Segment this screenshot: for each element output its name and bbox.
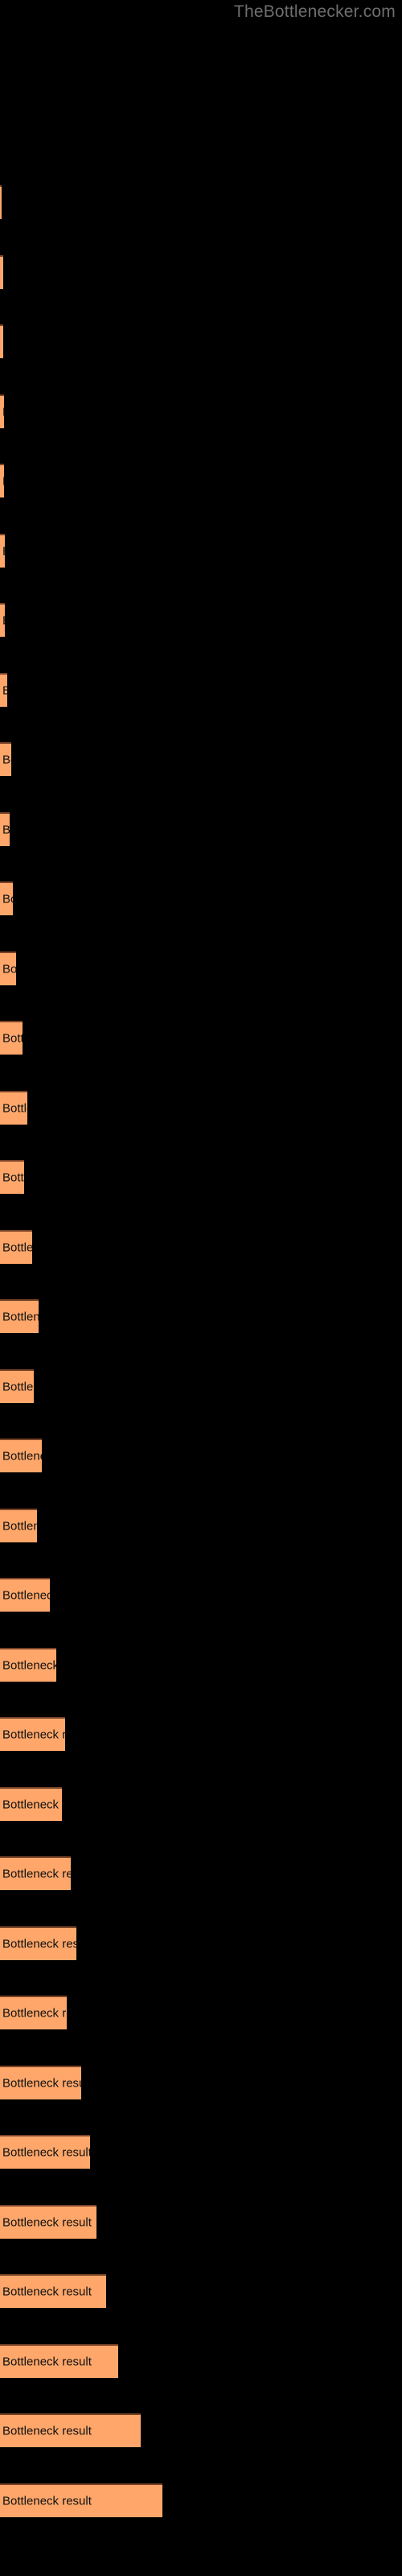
bar-chart-bar[interactable]: Bottleneck result xyxy=(0,1926,76,1960)
bar-chart-bar[interactable]: Bottleneck result xyxy=(0,1856,71,1890)
bar-chart-bar[interactable]: Bottleneck result xyxy=(0,185,2,219)
bar-chart-bar[interactable]: Bottleneck result xyxy=(0,1229,32,1264)
bar-label: Bottleneck result xyxy=(2,683,7,697)
bar-label: Bottleneck result xyxy=(2,1449,42,1463)
bar-label: Bottleneck result xyxy=(2,405,4,419)
bar-label: Bottleneck result xyxy=(2,2076,81,2090)
bar-label: Bottleneck result xyxy=(2,1101,27,1115)
bar-chart-bar[interactable]: Bottleneck result xyxy=(0,2065,81,2099)
bar-chart-bar[interactable]: Bottleneck result xyxy=(0,672,7,707)
bar-chart-bar[interactable]: Bottleneck result xyxy=(0,2413,141,2447)
bar-label: Bottleneck result xyxy=(2,1658,56,1672)
bar-chart-bar[interactable]: Bottleneck result xyxy=(0,1439,42,1472)
bar-label: Bottleneck result xyxy=(2,2355,92,2368)
bar-label: Bottleneck result xyxy=(2,2285,92,2299)
bar-label: Bottleneck result xyxy=(2,1588,50,1603)
bar-label: Bottleneck result xyxy=(2,336,3,349)
bar-chart-bar[interactable]: Bottleneck result xyxy=(0,324,3,358)
bar-chart-bar[interactable]: Bottleneck result xyxy=(0,603,5,637)
bar-label: Bottleneck result xyxy=(2,2145,90,2160)
bar-label: Bottleneck result xyxy=(2,1310,39,1324)
bar-chart-bar[interactable]: Bottleneck result xyxy=(0,533,5,568)
bar-chart-bar[interactable]: Bottleneck result xyxy=(0,1717,65,1751)
bar-chart-bar[interactable]: Bottleneck result xyxy=(0,1786,62,1821)
bar-label: Bottleneck result xyxy=(2,2006,67,2021)
bar-label: Bottleneck result xyxy=(2,1380,34,1393)
bar-label: Bottleneck result xyxy=(2,1031,23,1046)
bar-chart-bar[interactable]: Bottleneck result xyxy=(0,742,11,776)
bar-label: Bottleneck result xyxy=(2,1867,71,1881)
bar-chart-bar[interactable]: Bottleneck result xyxy=(0,811,10,846)
bar-chart-bar[interactable]: Bottleneck result xyxy=(0,2204,96,2239)
bar-label: Bottleneck result xyxy=(2,2424,92,2438)
bar-chart-bar[interactable]: Bottleneck result xyxy=(0,1508,37,1542)
bar-label: Bottleneck result xyxy=(2,266,3,279)
bar-label: Bottleneck result xyxy=(2,1241,32,1254)
bar-chart-bar[interactable]: Bottleneck result xyxy=(0,2483,162,2517)
bar-chart-bar[interactable]: Bottleneck result xyxy=(0,951,16,985)
bar-chart-bar[interactable]: Bottleneck result xyxy=(0,1299,39,1333)
bar-chart-bar[interactable]: Bottleneck result xyxy=(0,2274,106,2308)
bar-chart: Bottleneck result Bottleneck result Bottle… xyxy=(0,0,402,2576)
bar-label: Bottleneck result xyxy=(2,544,5,558)
bar-label: Bottleneck result xyxy=(2,2215,92,2229)
bar-chart-bar[interactable]: Bottleneck result xyxy=(0,1368,34,1403)
bar-label: Bottleneck result xyxy=(2,1170,24,1185)
bar-label: Bottleneck result xyxy=(2,1798,62,1811)
bar-label: Bottleneck result xyxy=(2,892,13,906)
bar-chart-bar[interactable]: Bottleneck result xyxy=(0,1996,67,2029)
bar-label: Bottleneck result xyxy=(2,823,10,836)
bar-chart-bar[interactable]: Bottleneck result xyxy=(0,1578,50,1612)
bar-label: Bottleneck result xyxy=(2,962,16,976)
bar-label: Bottleneck result xyxy=(2,614,5,628)
page-root: TheBottlenecker.com Bottleneck resultBot… xyxy=(0,0,402,2576)
bar-label: Bottleneck result xyxy=(2,475,4,489)
bar-chart-bar[interactable]: Bottleneck result xyxy=(0,1021,23,1055)
bar-chart-bar[interactable]: Bottleneck result xyxy=(0,1647,56,1682)
bar-chart-bar[interactable]: Bottleneck result xyxy=(0,464,4,497)
bar-chart-bar[interactable]: Bottleneck result xyxy=(0,881,13,915)
bar-chart-bar[interactable]: Bottleneck result xyxy=(0,1090,27,1125)
bar-chart-bar[interactable]: Bottleneck result xyxy=(0,2343,118,2378)
bar-chart-bar[interactable]: Bottleneck result xyxy=(0,254,3,289)
bar-label: Bottleneck result xyxy=(2,1937,76,1951)
bar-label: Bottleneck result xyxy=(2,2494,92,2508)
bar-label: Bottleneck result xyxy=(2,1519,37,1533)
bar-chart-bar[interactable]: Bottleneck result xyxy=(0,394,4,428)
bar-chart-bar[interactable]: Bottleneck result xyxy=(0,2135,90,2169)
bar-label: Bottleneck result xyxy=(2,753,11,767)
bar-chart-bar[interactable]: Bottleneck result xyxy=(0,1160,24,1194)
bar-label: Bottleneck result xyxy=(2,1728,65,1742)
